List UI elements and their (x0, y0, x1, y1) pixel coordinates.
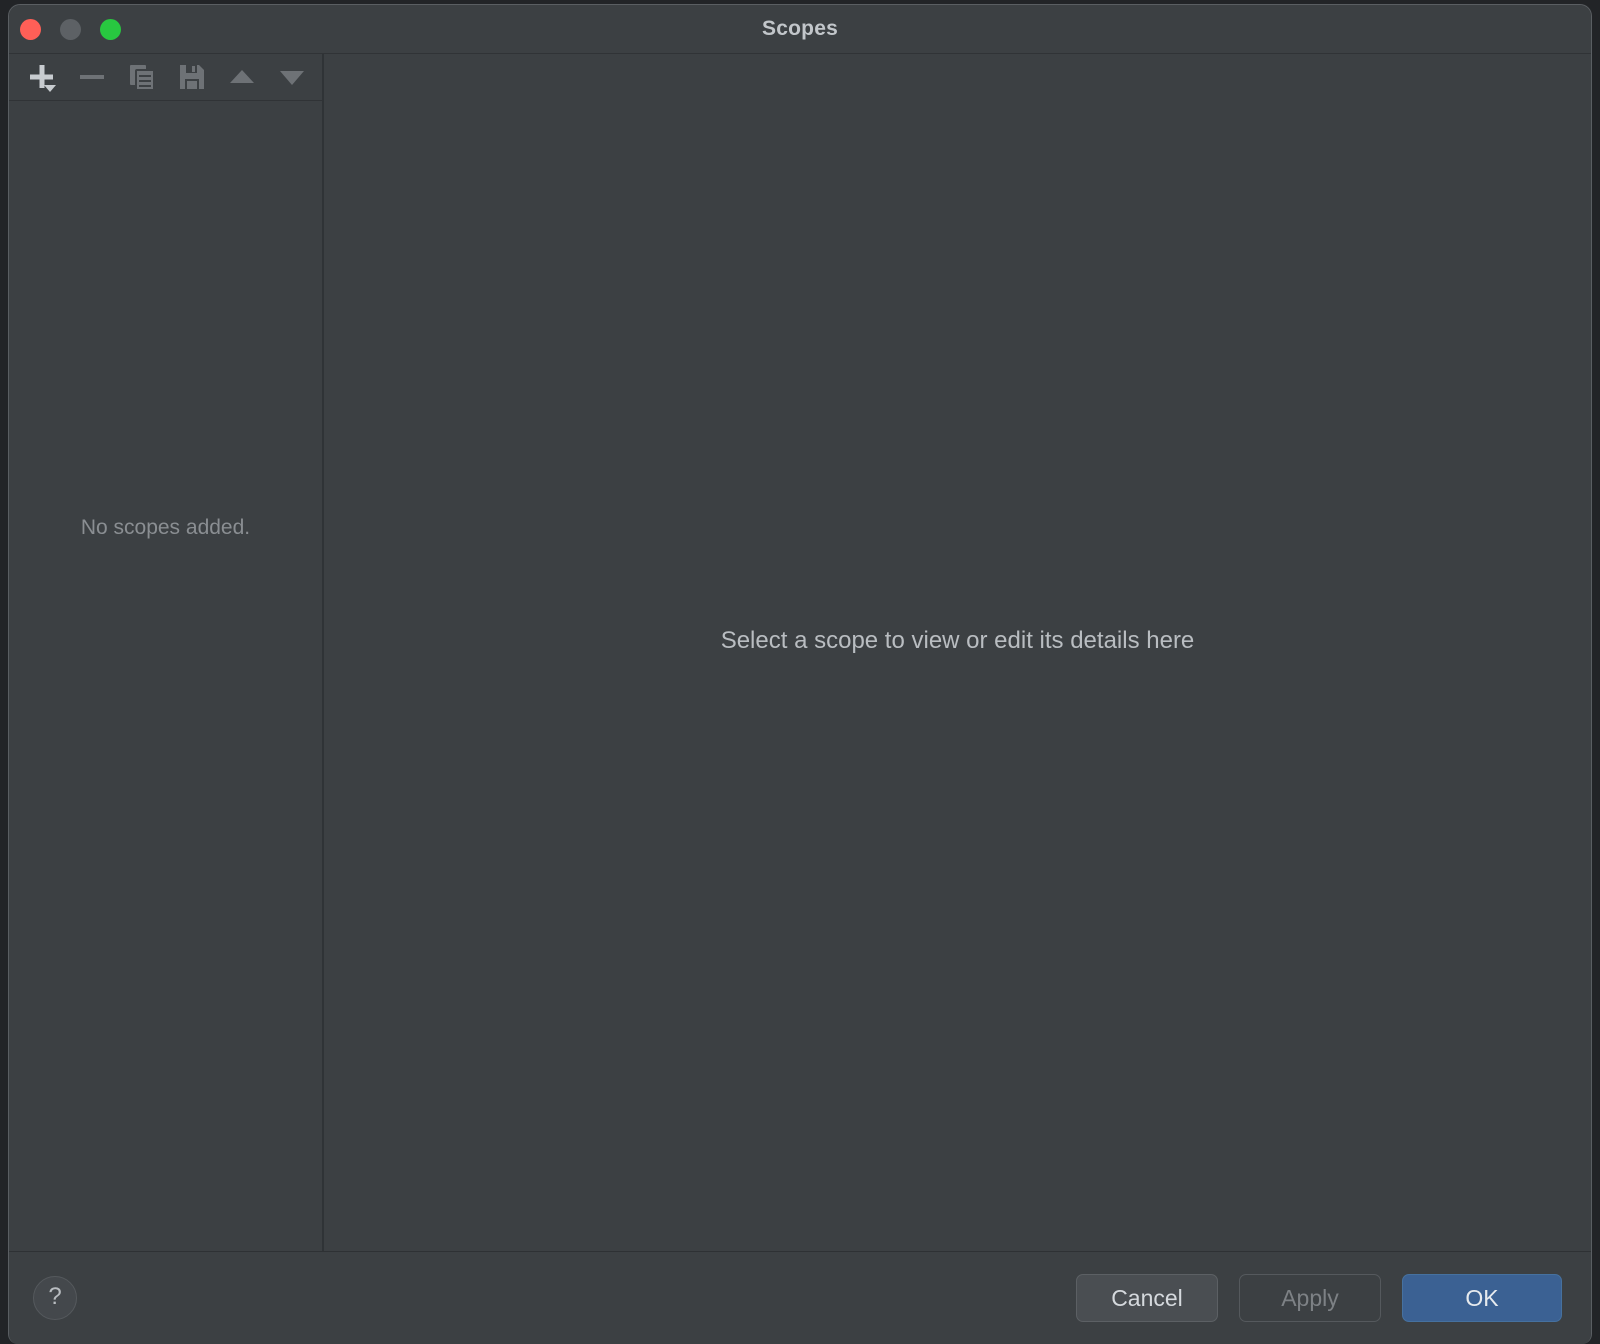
help-icon: ? (48, 1283, 62, 1310)
traffic-lights (20, 5, 121, 53)
scopes-toolbar (9, 54, 322, 101)
add-scope-button[interactable] (17, 56, 67, 98)
minimize-window-icon[interactable] (60, 18, 81, 40)
scope-details-panel: Select a scope to view or edit its detai… (324, 54, 1591, 1251)
dialog-body: No scopes added. Select a scope to view … (9, 54, 1591, 1251)
title-bar: Scopes (9, 5, 1591, 54)
dialog-footer: ? Cancel Apply OK (9, 1251, 1591, 1344)
scopes-dialog-window: Scopes No scopes added. Select a scope t… (8, 4, 1592, 1344)
apply-button: Apply (1239, 1274, 1381, 1322)
remove-scope-button[interactable] (67, 56, 117, 98)
scopes-sidebar: No scopes added. (9, 54, 324, 1251)
move-scope-up-button[interactable] (217, 56, 267, 98)
remove-icon (80, 75, 104, 79)
close-window-icon[interactable] (20, 18, 41, 40)
move-up-icon (230, 70, 254, 83)
ok-button[interactable]: OK (1402, 1274, 1562, 1322)
duplicate-scope-button[interactable] (117, 56, 167, 98)
page-title: Scopes (762, 17, 838, 40)
maximize-window-icon[interactable] (100, 18, 121, 40)
scopes-empty-message: No scopes added. (80, 516, 251, 539)
save-icon (180, 65, 204, 89)
cancel-button[interactable]: Cancel (1076, 1274, 1218, 1322)
copy-icon (130, 65, 155, 91)
save-scope-button[interactable] (167, 56, 217, 98)
move-down-icon (280, 71, 304, 85)
add-icon (30, 65, 56, 92)
move-scope-down-button[interactable] (267, 56, 317, 98)
help-button[interactable]: ? (33, 1276, 77, 1320)
scopes-list[interactable]: No scopes added. (9, 101, 322, 1251)
scope-details-placeholder: Select a scope to view or edit its detai… (720, 627, 1195, 654)
